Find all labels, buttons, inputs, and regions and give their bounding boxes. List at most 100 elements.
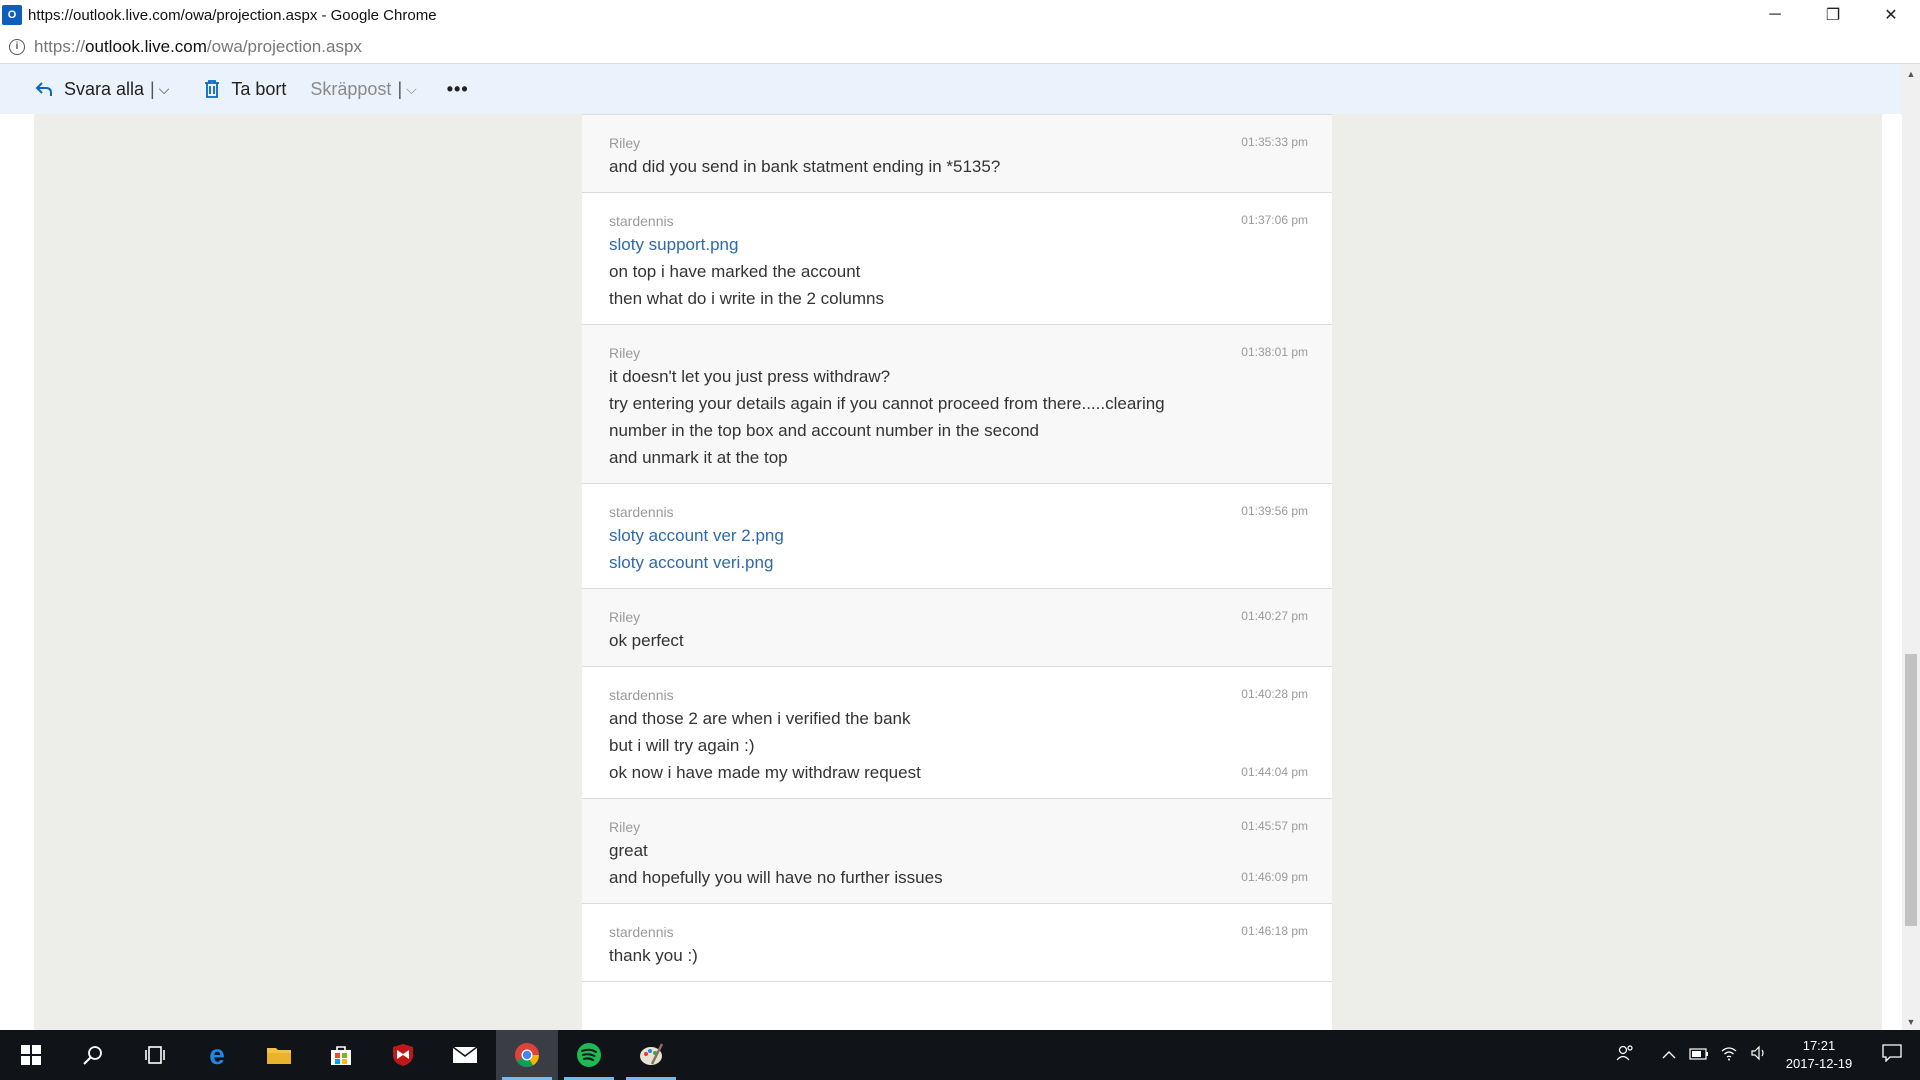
message-line: and did you send in bank statment ending… [609,153,1305,180]
scroll-down-arrow-icon[interactable]: ▼ [1902,1014,1920,1030]
message-text: but i will try again :) [609,736,755,755]
info-icon[interactable]: i [9,38,25,55]
message-author: Riley [609,345,641,361]
store-icon[interactable] [310,1030,372,1080]
message-timestamp: 01:40:27 pm [1241,609,1308,623]
reply-all-button[interactable]: Svara alla | ⌵ [34,79,169,100]
address-bar[interactable]: i https://outlook.live.com/owa/projectio… [0,30,1920,64]
chevron-down-icon[interactable]: ⌵ [406,81,417,98]
message-author: stardennis [609,213,674,229]
chat-message: stardennis 01:39:56 pm sloty account ver 2… [582,484,1332,589]
message-timestamp: 01:37:06 pm [1241,213,1308,227]
battery-icon[interactable] [1684,1047,1714,1064]
message-line: great [609,837,1305,864]
message-line: and hopefully you will have no further i… [609,864,1308,891]
task-view-icon[interactable] [124,1030,186,1080]
clock-time: 17:21 [1802,1038,1836,1053]
message-line: on top i have marked the account [609,258,1305,285]
message-line: number in the top box and account number… [609,417,1305,444]
message-line: but i will try again :) [609,732,1305,759]
message-timestamp: 01:45:57 pm [1241,819,1308,833]
line-timestamp: 01:46:09 pm [1241,870,1308,884]
chat-message: stardennis 01:40:28 pm and those 2 are whe… [582,667,1332,799]
people-icon[interactable] [1610,1045,1640,1065]
message-timestamp: 01:35:33 pm [1241,135,1308,149]
window-controls: ─ ❐ ✕ [1746,0,1920,30]
chevron-up-icon[interactable] [1654,1047,1684,1064]
chat-message: Riley 01:38:01 pm it doesn't let you just … [582,325,1332,484]
folder-icon[interactable] [248,1030,310,1080]
url-scheme: https:// [34,36,86,56]
minimize-button[interactable]: ─ [1746,0,1804,30]
mail-icon[interactable] [434,1030,496,1080]
chat-message: Riley 01:40:27 pm ok perfect [582,589,1332,667]
message-text: ok now i have made my withdraw request [609,763,921,782]
volume-icon[interactable] [1744,1045,1774,1065]
window-title-bar: O https://outlook.live.com/owa/projectio… [0,0,1920,30]
taskbar: e 17:21 2017-12-19 [0,1030,1920,1080]
delete-button[interactable]: Ta bort [203,79,286,100]
trash-icon [205,80,220,98]
chat-message: stardennis 01:37:06 pm sloty support.png on… [582,193,1332,325]
message-text: and did you send in bank statment ending… [609,157,1001,176]
search-icon[interactable] [62,1030,124,1080]
message-line: ok perfect [609,627,1305,654]
chat-message: Riley 01:35:33 pm and did you send in bank… [582,115,1332,193]
message-timestamp: 01:39:56 pm [1241,504,1308,518]
edge-icon[interactable]: e [186,1030,248,1080]
message-text: great [609,841,648,860]
attachment-link[interactable]: sloty account veri.png [609,549,1305,576]
message-author: Riley [609,135,641,151]
url-field[interactable]: https://outlook.live.com/owa/projection.… [34,37,362,57]
scroll-up-arrow-icon[interactable]: ▲ [1902,66,1920,82]
message-text: and those 2 are when i verified the bank [609,709,911,728]
wifi-icon[interactable] [1714,1045,1744,1065]
message-line: ok now i have made my withdraw request 01… [609,759,1308,786]
chevron-down-icon[interactable]: ⌵ [159,81,170,98]
more-options-button[interactable]: ••• [447,79,469,100]
right-margin-pane [1332,114,1882,1030]
message-author: Riley [609,819,641,835]
message-timestamp: 01:46:18 pm [1241,924,1308,938]
chat-message: stardennis 01:46:18 pm thank you :) [582,904,1332,982]
delete-label: Ta bort [231,78,287,99]
url-host: outlook.live.com [85,36,207,56]
reply-all-label: Svara alla [64,78,145,99]
paint-icon[interactable] [620,1030,682,1080]
message-timestamp: 01:40:28 pm [1241,687,1308,701]
message-text: it doesn't let you just press withdraw? [609,367,891,386]
windows-logo-icon[interactable] [0,1030,62,1080]
message-author: stardennis [609,687,674,703]
message-text: and unmark it at the top [609,448,788,467]
attachment-link[interactable]: sloty support.png [609,231,1305,258]
message-line: it doesn't let you just press withdraw? [609,363,1305,390]
separator: | [397,78,403,99]
taskbar-clock[interactable]: 17:21 2017-12-19 [1774,1037,1864,1073]
chat-message: Riley 01:45:57 pm great and hopefully you w… [582,799,1332,904]
attachment-link[interactable]: sloty account ver 2.png [609,522,1305,549]
clock-date: 2017-12-19 [1785,1056,1853,1071]
reply-all-icon [35,82,52,96]
message-author: stardennis [609,504,674,520]
message-text: then what do i write in the 2 columns [609,289,884,308]
message-text: thank you :) [609,946,698,965]
reading-pane: but i'll try againRiley01:35:33 pmand di… [0,114,1902,1030]
chrome-icon[interactable] [496,1030,558,1080]
close-button[interactable]: ✕ [1862,0,1920,30]
message-line: then what do i write in the 2 columns [609,285,1305,312]
junk-label: Skräppost [310,78,392,99]
message-text: sloty account veri.png [609,553,774,572]
spotify-icon[interactable] [558,1030,620,1080]
message-text: ok perfect [609,631,684,650]
url-path: /owa/projection.aspx [206,36,362,56]
notifications-icon[interactable] [1864,1043,1920,1067]
mcafee-icon[interactable] [372,1030,434,1080]
separator: | [150,78,155,99]
window-title: https://outlook.live.com/owa/projection.… [28,6,437,24]
message-author: stardennis [609,924,674,940]
junk-button[interactable]: Skräppost | ⌵ [310,79,416,100]
message-text: sloty account ver 2.png [609,526,784,545]
restore-button[interactable]: ❐ [1804,0,1862,30]
scrollbar[interactable]: ▲ ▼ [1902,64,1920,1030]
scrollbar-thumb[interactable] [1905,654,1917,926]
